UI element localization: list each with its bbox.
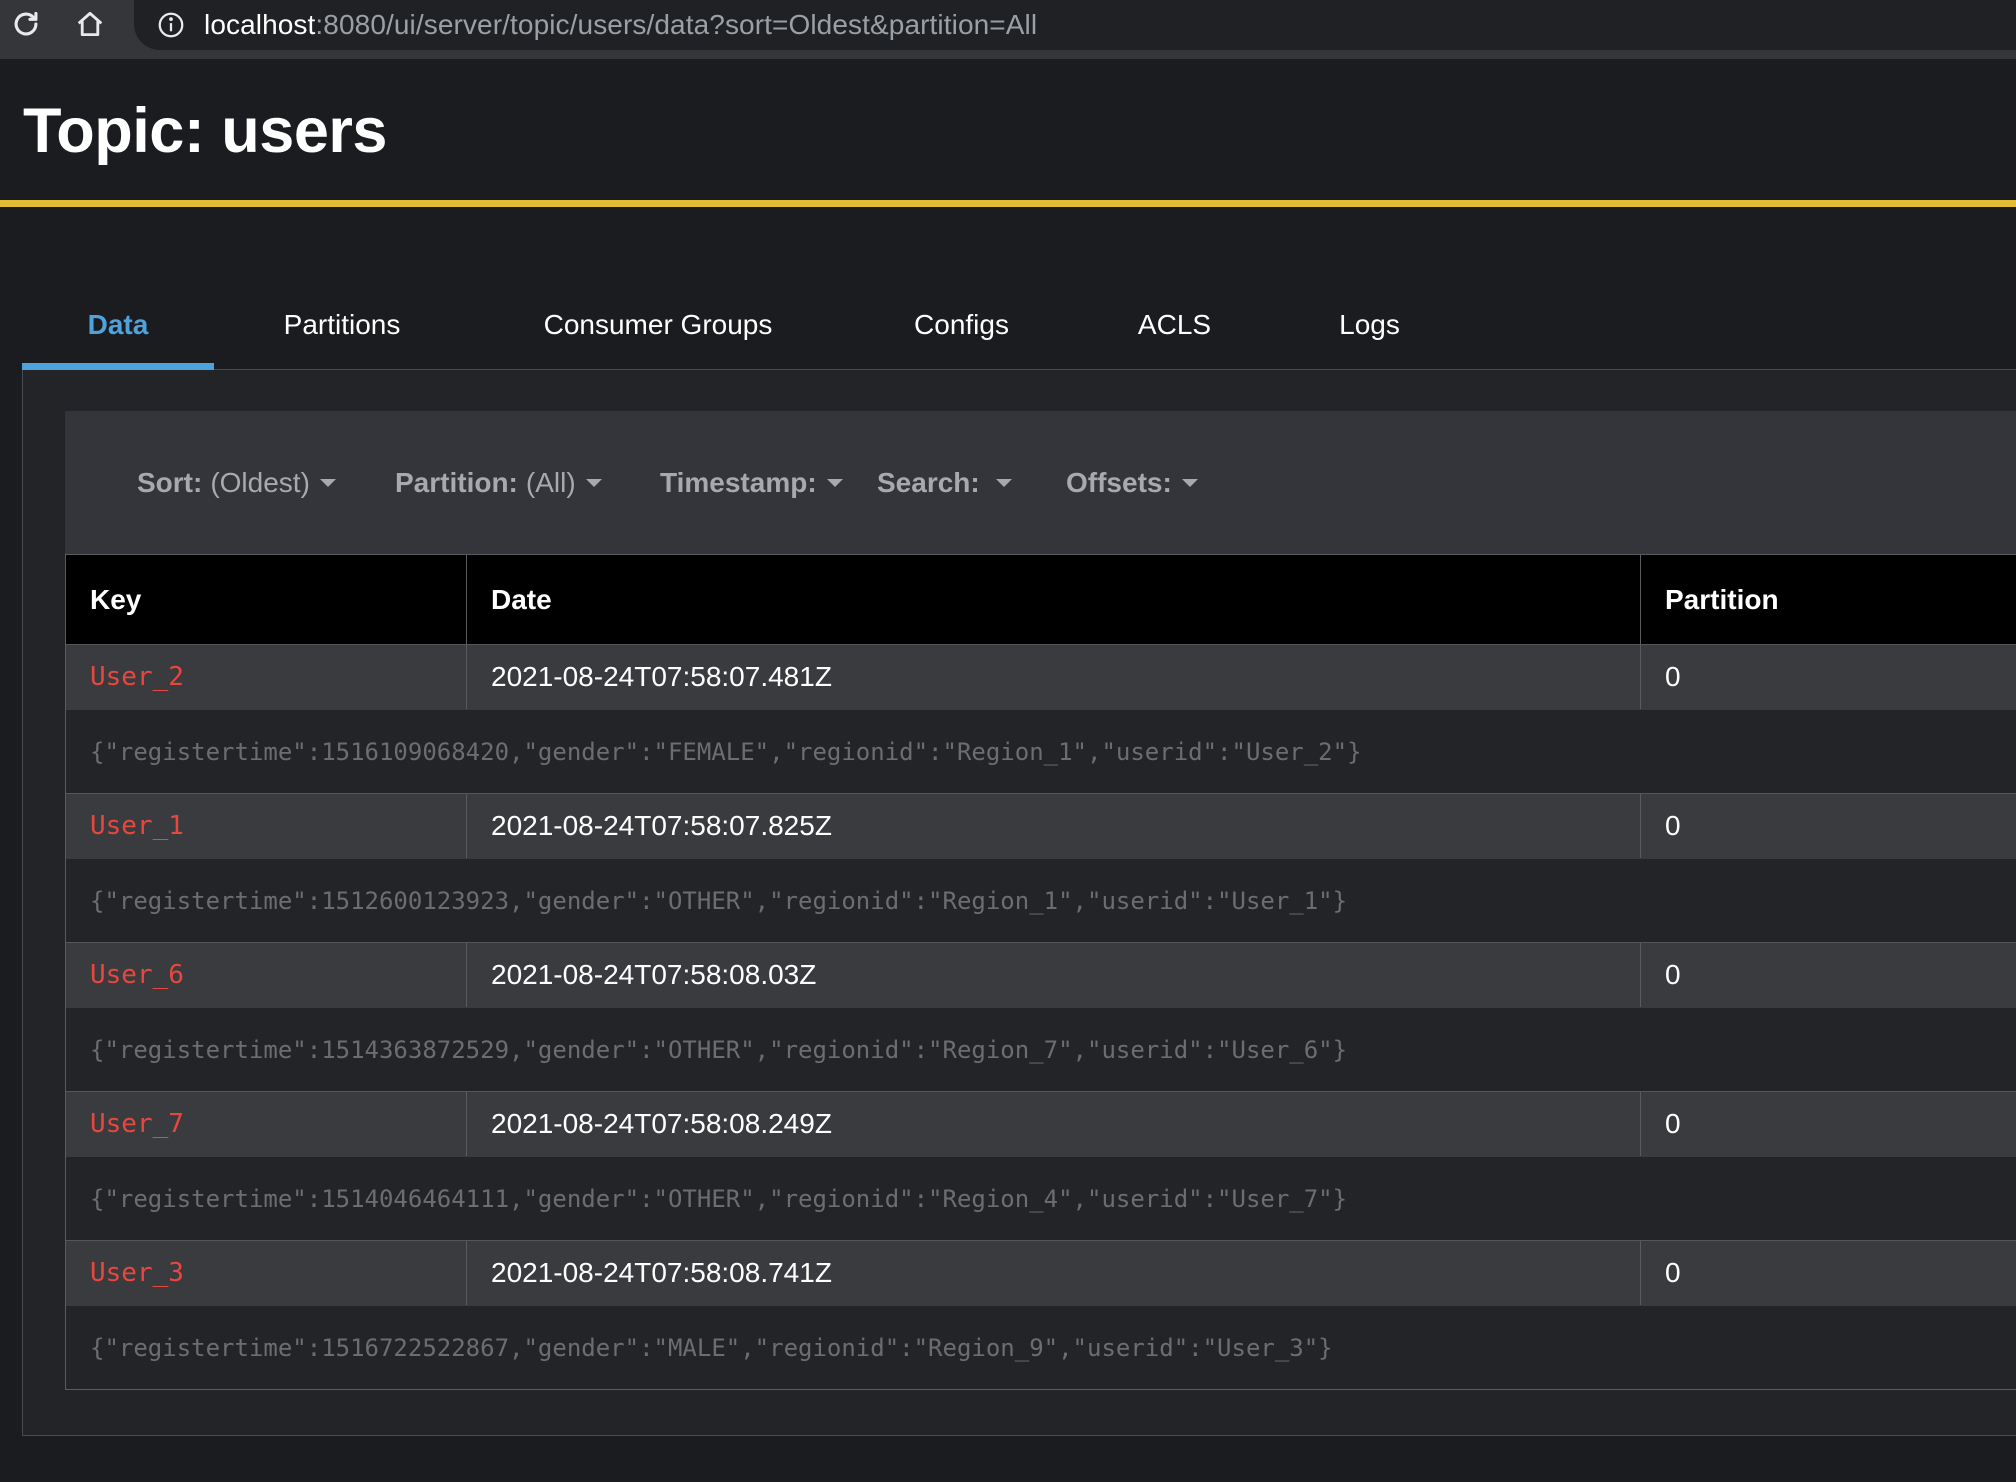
reload-icon[interactable] [4, 2, 48, 46]
search-dropdown[interactable]: Search: [877, 411, 1012, 554]
message-partition: 0 [1665, 810, 1681, 841]
title-divider [0, 200, 2016, 207]
partition-label: Partition: [395, 466, 518, 498]
caret-down-icon [995, 478, 1012, 487]
table-row[interactable]: User_6 2021-08-24T07:58:08.03Z 0 [66, 942, 2016, 1007]
url-text: localhost:8080/ui/server/topic/users/dat… [204, 9, 1037, 41]
message-value: {"registertime":1514046464111,"gender":"… [66, 1156, 2016, 1240]
message-date: 2021-08-24T07:58:08.249Z [467, 1092, 1641, 1156]
message-key[interactable]: User_6 [66, 943, 467, 1007]
message-date: 2021-08-24T07:58:08.741Z [467, 1241, 1641, 1305]
home-icon[interactable] [68, 2, 112, 46]
tab-consumer-groups[interactable]: Consumer Groups [470, 280, 846, 370]
timestamp-dropdown[interactable]: Timestamp: [660, 411, 843, 554]
table-row[interactable]: User_2 2021-08-24T07:58:07.481Z 0 [66, 644, 2016, 709]
sort-label: Sort: [137, 466, 203, 498]
data-panel: Sort: (Oldest) Partition: (All) Timestam… [22, 370, 2016, 1436]
url-host: localhost [204, 9, 316, 40]
message-key[interactable]: User_3 [66, 1241, 467, 1305]
table-row[interactable]: User_7 2021-08-24T07:58:08.249Z 0 [66, 1091, 2016, 1156]
info-icon[interactable] [156, 10, 186, 40]
message-date: 2021-08-24T07:58:08.03Z [467, 943, 1641, 1007]
offsets-dropdown[interactable]: Offsets: [1066, 411, 1198, 554]
message-date: 2021-08-24T07:58:07.825Z [467, 794, 1641, 858]
message-partition: 0 [1665, 959, 1681, 990]
column-header-key[interactable]: Key [66, 555, 467, 645]
table-bottom-border [66, 1389, 2016, 1390]
sort-value: (Oldest) [210, 466, 310, 498]
message-partition: 0 [1665, 1257, 1681, 1288]
table-row[interactable]: User_3 2021-08-24T07:58:08.741Z 0 [66, 1240, 2016, 1305]
message-partition: 0 [1665, 1108, 1681, 1139]
message-key[interactable]: User_7 [66, 1092, 467, 1156]
tab-logs[interactable]: Logs [1272, 280, 1467, 370]
page-title: Topic: users [23, 96, 387, 166]
partition-dropdown[interactable]: Partition: (All) [395, 411, 602, 554]
tab-data[interactable]: Data [22, 280, 214, 371]
tab-partitions[interactable]: Partitions [214, 280, 470, 370]
caret-down-icon [319, 478, 336, 487]
address-bar[interactable]: localhost:8080/ui/server/topic/users/dat… [134, 0, 2016, 50]
table-row[interactable]: User_1 2021-08-24T07:58:07.825Z 0 [66, 793, 2016, 858]
message-key[interactable]: User_1 [66, 794, 467, 858]
filter-toolbar: Sort: (Oldest) Partition: (All) Timestam… [65, 411, 2016, 554]
topic-tabs: Data Partitions Consumer Groups Configs … [22, 280, 2016, 371]
partition-value: (All) [525, 466, 576, 498]
message-value: {"registertime":1514363872529,"gender":"… [66, 1007, 2016, 1091]
messages-table: Key Date Partition User_2 2021-08-24T07:… [65, 554, 2016, 1390]
table-header: Key Date Partition [66, 554, 2016, 645]
tab-acls[interactable]: ACLS [1077, 280, 1272, 370]
message-value: {"registertime":1516109068420,"gender":"… [66, 709, 2016, 793]
caret-down-icon [585, 478, 602, 487]
offsets-label: Offsets: [1066, 466, 1172, 498]
message-value: {"registertime":1516722522867,"gender":"… [66, 1305, 2016, 1389]
message-value: {"registertime":1512600123923,"gender":"… [66, 858, 2016, 942]
column-header-date[interactable]: Date [467, 555, 1641, 645]
url-path: :8080/ui/server/topic/users/data?sort=Ol… [315, 9, 1038, 40]
message-date: 2021-08-24T07:58:07.481Z [467, 645, 1641, 709]
caret-down-icon [1181, 478, 1198, 487]
search-label: Search: [877, 466, 980, 498]
caret-down-icon [826, 478, 843, 487]
column-header-partition[interactable]: Partition [1641, 555, 2016, 645]
message-key[interactable]: User_2 [66, 645, 467, 709]
sort-dropdown[interactable]: Sort: (Oldest) [137, 411, 336, 554]
tab-configs[interactable]: Configs [846, 280, 1077, 370]
message-partition: 0 [1665, 661, 1681, 692]
browser-toolbar: localhost:8080/ui/server/topic/users/dat… [0, 0, 2016, 59]
timestamp-label: Timestamp: [660, 466, 817, 498]
